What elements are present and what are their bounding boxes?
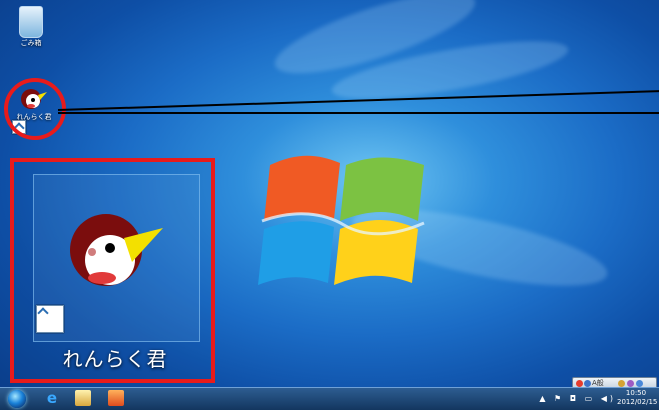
- taskbar: e ▲ ⚑ ◘ ▭ ◀) 10:50 2012/02/15: [0, 387, 659, 410]
- clock-date: 2012/02/15: [617, 398, 658, 406]
- media-player-icon[interactable]: [108, 390, 124, 406]
- recycle-bin-icon[interactable]: ごみ箱: [14, 6, 48, 48]
- toolbar-icon: [627, 380, 634, 387]
- desktop: ごみ箱 れんらく君 れんらく君: [0, 0, 659, 409]
- internet-explorer-icon[interactable]: e: [44, 390, 60, 406]
- start-button[interactable]: [8, 390, 26, 408]
- bird-icon-large: [70, 214, 163, 286]
- ime-mode-icon: [584, 380, 591, 387]
- shortcut-arrow-icon-large: [36, 305, 64, 333]
- renraku-large-label: れんらく君: [62, 347, 168, 371]
- system-tray[interactable]: ▲ ⚑ ◘ ▭ ◀): [539, 394, 616, 403]
- windows-logo: [258, 155, 425, 285]
- file-explorer-icon[interactable]: [75, 390, 91, 406]
- leader-line-lower: [58, 112, 659, 114]
- red-circle-highlight: [4, 78, 66, 140]
- clock-time: 10:50: [625, 389, 647, 397]
- help-icon: [636, 380, 643, 387]
- trash-icon: [19, 6, 43, 38]
- ime-icon: [576, 380, 583, 387]
- clock[interactable]: 10:50 2012/02/15: [617, 389, 658, 407]
- recycle-bin-label: ごみ箱: [20, 39, 42, 47]
- toolbar-icon: [618, 380, 625, 387]
